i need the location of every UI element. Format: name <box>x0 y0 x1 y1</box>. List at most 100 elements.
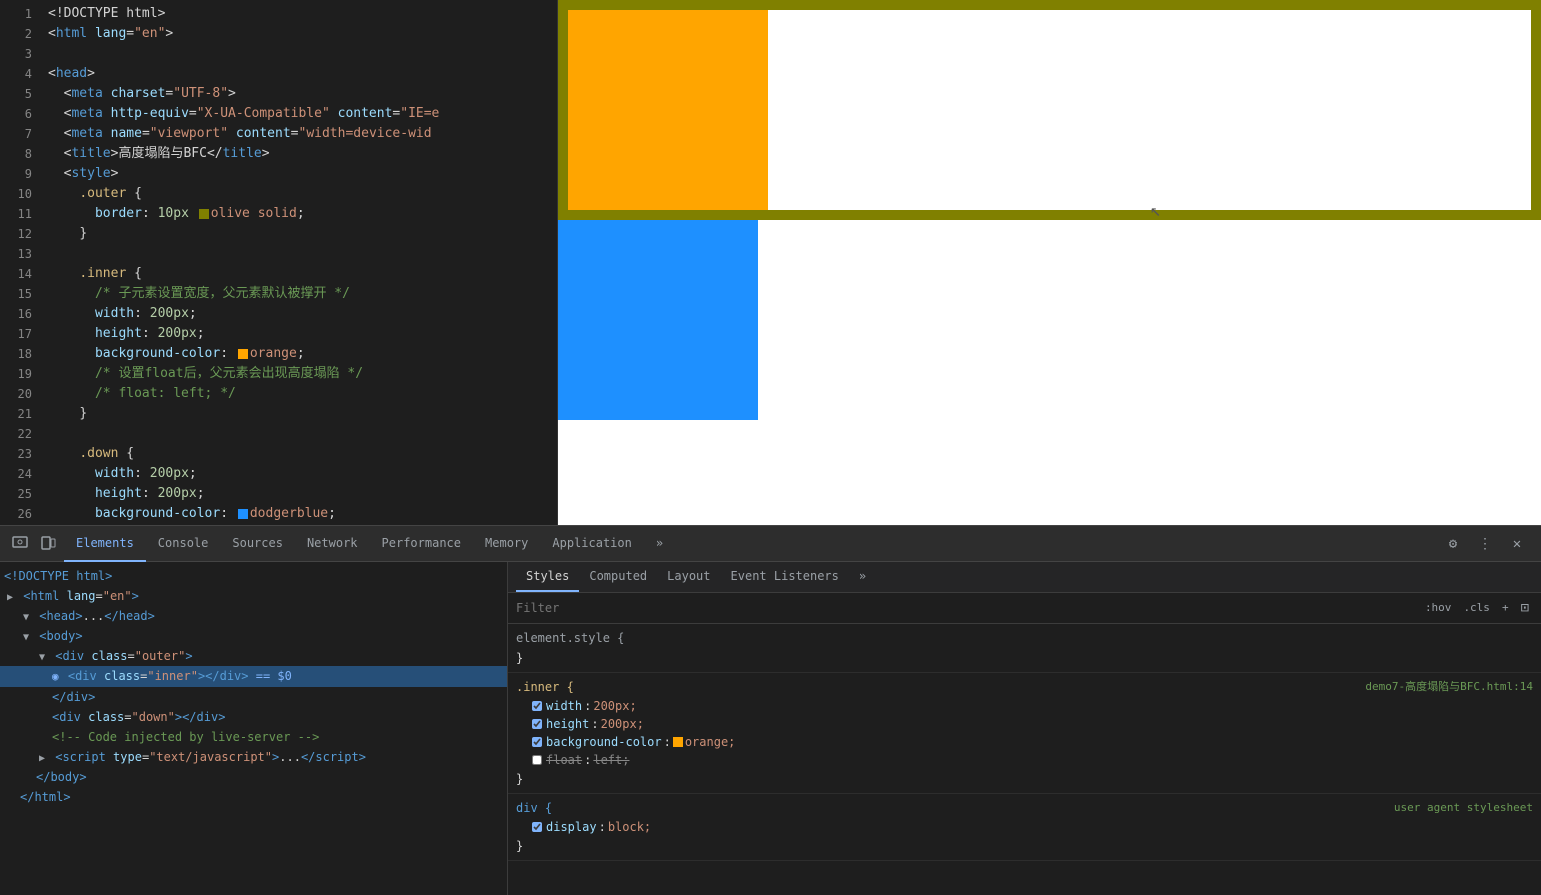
code-line: 15 /* 子元素设置宽度，父元素默认被撑开 */ <box>0 284 557 304</box>
dom-line[interactable]: <div class="down"></div> <box>0 707 507 727</box>
dom-line[interactable]: ◉ <div class="inner"></div> == $0 <box>0 666 507 687</box>
inspect-element-icon[interactable] <box>8 532 32 556</box>
code-line: 7 <meta name="viewport" content="width=d… <box>0 124 557 144</box>
code-line: 22 <box>0 424 557 444</box>
devtools-tab-network[interactable]: Network <box>295 526 370 562</box>
code-line: 8 <title>高度塌陷与BFC</title> <box>0 144 557 164</box>
code-line: 1<!DOCTYPE html> <box>0 4 557 24</box>
styles-prop-name[interactable]: display <box>546 818 597 836</box>
dom-line[interactable]: ▶ <html lang="en"> <box>0 586 507 606</box>
styles-prop-name[interactable]: height <box>546 715 589 733</box>
code-line: 20 /* float: left; */ <box>0 384 557 404</box>
styles-rules: element.style {}demo7-高度塌陷与BFC.html:14.i… <box>508 624 1541 861</box>
code-line: 11 border: 10px olive solid; <box>0 204 557 224</box>
settings-icon[interactable]: ⚙ <box>1441 532 1465 556</box>
top-area: 1<!DOCTYPE html>2<html lang="en">34<head… <box>0 0 1541 525</box>
code-line: 9 <style> <box>0 164 557 184</box>
styles-filter-input[interactable] <box>516 601 1421 615</box>
styles-subtab-computed[interactable]: Computed <box>579 562 657 592</box>
styles-subtab-»[interactable]: » <box>849 562 876 592</box>
dom-line[interactable]: <!DOCTYPE html> <box>0 566 507 586</box>
devtools-tab-console[interactable]: Console <box>146 526 221 562</box>
devtools-tab-elements[interactable]: Elements <box>64 526 146 562</box>
devtools-more-tabs[interactable]: » <box>644 526 675 562</box>
styles-subtab-styles[interactable]: Styles <box>516 562 579 592</box>
devtools-tab-sources[interactable]: Sources <box>220 526 295 562</box>
styles-prop-name[interactable]: width <box>546 697 582 715</box>
styles-prop-line: background-color: orange; <box>516 733 1533 751</box>
dom-line[interactable]: <!-- Code injected by live-server --> <box>0 727 507 747</box>
styles-prop-value[interactable]: orange; <box>685 733 736 751</box>
styles-subtab-layout[interactable]: Layout <box>657 562 720 592</box>
devtools-tab-application[interactable]: Application <box>540 526 643 562</box>
styles-prop-line: height: 200px; <box>516 715 1533 733</box>
code-line: 5 <meta charset="UTF-8"> <box>0 84 557 104</box>
styles-prop-value[interactable]: block; <box>608 818 651 836</box>
styles-prop-value[interactable]: 200px; <box>601 715 644 733</box>
cursor-indicator: ↖ <box>1150 200 1161 221</box>
styles-prop-line: float: left; <box>516 751 1533 769</box>
styles-prop-value[interactable]: left; <box>593 751 629 769</box>
styles-prop-checkbox[interactable] <box>532 755 542 765</box>
devtools-tabs: ElementsConsoleSourcesNetworkPerformance… <box>64 526 1441 562</box>
add-rule-btn[interactable]: + <box>1498 597 1513 619</box>
devtools-toolbar: ElementsConsoleSourcesNetworkPerformance… <box>0 526 1541 562</box>
code-line: 2<html lang="en"> <box>0 24 557 44</box>
code-line: 12 } <box>0 224 557 244</box>
styles-panel: StylesComputedLayoutEvent Listeners» :ho… <box>508 562 1541 895</box>
dom-line[interactable]: </div> <box>0 687 507 707</box>
dom-line[interactable]: ▼ <div class="outer"> <box>0 646 507 666</box>
styles-rule-close: } <box>516 648 1533 668</box>
styles-prop-checkbox[interactable] <box>532 701 542 711</box>
dom-line[interactable]: ▼ <body> <box>0 626 507 646</box>
styles-prop-value[interactable]: 200px; <box>593 697 636 715</box>
cls-filter-btn[interactable]: .cls <box>1459 597 1494 619</box>
preview-down-div <box>558 220 758 420</box>
device-mode-icon[interactable] <box>36 532 60 556</box>
styles-rule-selector: demo7-高度塌陷与BFC.html:14.inner { <box>516 677 1533 697</box>
devtools-toolbar-right: ⚙ ⋮ ✕ <box>1441 532 1533 556</box>
code-line: 14 .inner { <box>0 264 557 284</box>
devtools-tab-memory[interactable]: Memory <box>473 526 540 562</box>
styles-prop-line: display: block; <box>516 818 1533 836</box>
styles-rule-selector: user agent stylesheetdiv { <box>516 798 1533 818</box>
styles-rule: demo7-高度塌陷与BFC.html:14.inner {width: 200… <box>508 673 1541 794</box>
preview-inner-div <box>568 10 768 210</box>
styles-filter-bar: :hov .cls + ⊡ <box>508 593 1541 624</box>
devtools-tab-performance[interactable]: Performance <box>370 526 473 562</box>
styles-rule: user agent stylesheetdiv {display: block… <box>508 794 1541 861</box>
code-line: 23 .down { <box>0 444 557 464</box>
dom-panel[interactable]: <!DOCTYPE html>▶ <html lang="en">▼ <head… <box>0 562 508 895</box>
styles-prop-line: width: 200px; <box>516 697 1533 715</box>
devtools-content: <!DOCTYPE html>▶ <html lang="en">▼ <head… <box>0 562 1541 895</box>
more-options-icon[interactable]: ⋮ <box>1473 532 1497 556</box>
code-line: 26 background-color: dodgerblue; <box>0 504 557 524</box>
hov-filter-btn[interactable]: :hov <box>1421 597 1456 619</box>
color-swatch[interactable] <box>673 737 683 747</box>
code-line: 16 width: 200px; <box>0 304 557 324</box>
styles-subtabs: StylesComputedLayoutEvent Listeners» <box>508 562 1541 593</box>
code-line: 13 <box>0 244 557 264</box>
code-line: 18 background-color: orange; <box>0 344 557 364</box>
close-devtools-icon[interactable]: ✕ <box>1505 532 1529 556</box>
styles-prop-checkbox[interactable] <box>532 737 542 747</box>
styles-rule: element.style {} <box>508 624 1541 673</box>
expand-btn[interactable]: ⊡ <box>1517 597 1533 619</box>
styles-subtab-event-listeners[interactable]: Event Listeners <box>721 562 849 592</box>
styles-prop-checkbox[interactable] <box>532 822 542 832</box>
styles-prop-checkbox[interactable] <box>532 719 542 729</box>
styles-rule-close: } <box>516 836 1533 856</box>
dom-line[interactable]: ▶ <script type="text/javascript">...</sc… <box>0 747 507 767</box>
styles-rule-source: user agent stylesheet <box>1394 798 1533 818</box>
code-line: 10 .outer { <box>0 184 557 204</box>
code-line: 4<head> <box>0 64 557 84</box>
code-line: 21 } <box>0 404 557 424</box>
code-line: 25 height: 200px; <box>0 484 557 504</box>
styles-prop-name[interactable]: background-color <box>546 733 662 751</box>
styles-prop-name[interactable]: float <box>546 751 582 769</box>
dom-line[interactable]: ▼ <head>...</head> <box>0 606 507 626</box>
code-line: 17 height: 200px; <box>0 324 557 344</box>
dom-line[interactable]: </body> <box>0 767 507 787</box>
dom-line[interactable]: </html> <box>0 787 507 807</box>
styles-rule-selector: element.style { <box>516 628 1533 648</box>
